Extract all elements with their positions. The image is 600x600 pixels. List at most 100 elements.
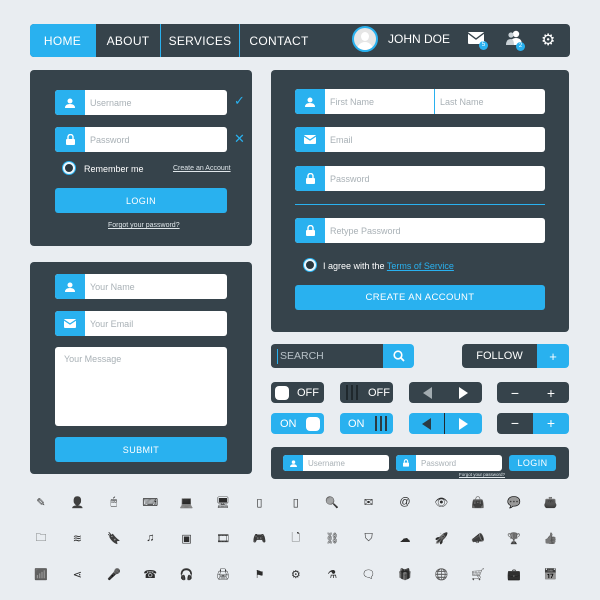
- minus-button[interactable]: −: [497, 385, 533, 401]
- switch-off[interactable]: OFF: [340, 382, 393, 403]
- follow-button-group: FOLLOW +: [462, 344, 569, 368]
- inline-password-field[interactable]: Password: [396, 455, 502, 471]
- image-icon: ▣: [181, 532, 192, 545]
- submit-button[interactable]: SUBMIT: [55, 437, 227, 462]
- user-menu[interactable]: JOHN DOE: [352, 26, 450, 52]
- text-cursor: [277, 348, 278, 364]
- inline-username-field[interactable]: Username: [283, 455, 389, 471]
- your-name-field[interactable]: Your Name: [55, 274, 227, 299]
- mail-badge: 5: [479, 41, 488, 50]
- avatar: [352, 26, 378, 52]
- wifi-icon: 📶: [34, 568, 48, 581]
- cart-icon: 🛒: [470, 568, 485, 581]
- phone-icon: ▯: [292, 496, 299, 509]
- share-icon: ⋖: [72, 568, 82, 581]
- tablet-icon: ▯: [256, 496, 263, 509]
- switch-on[interactable]: ON: [340, 413, 393, 434]
- register-password-field[interactable]: Password: [295, 166, 545, 191]
- search-input[interactable]: SEARCH: [271, 344, 383, 368]
- grip-icon: [374, 416, 387, 431]
- inline-password-placeholder: Password: [421, 458, 457, 468]
- mail-icon: [295, 127, 325, 152]
- nav-tab-home[interactable]: HOME: [30, 24, 96, 57]
- gear-icon: ⚙: [290, 568, 301, 581]
- password-placeholder: Password: [330, 173, 370, 184]
- message-textarea[interactable]: Your Message: [55, 347, 227, 426]
- toggle-on[interactable]: ON: [271, 413, 324, 434]
- nav-tab-services[interactable]: SERVICES: [161, 24, 240, 57]
- music-icon: ♫: [146, 532, 155, 544]
- nav-tab-contact[interactable]: CONTACT: [240, 24, 318, 57]
- stepper-mixed: − +: [497, 413, 569, 434]
- toggle-knob: [305, 416, 320, 431]
- search-button[interactable]: [383, 344, 414, 368]
- telephone-icon: ☎: [143, 568, 158, 581]
- terms-of-service-link[interactable]: Terms of Service: [387, 261, 454, 271]
- retype-password-placeholder: Retype Password: [330, 225, 401, 236]
- link-icon: ⛓: [325, 532, 340, 545]
- stepper-dark: − +: [497, 382, 569, 403]
- login-button[interactable]: LOGIN: [55, 188, 227, 213]
- pencil-icon: ✎: [36, 496, 46, 509]
- next-arrow-icon[interactable]: [445, 417, 482, 430]
- prev-arrow-icon[interactable]: [409, 386, 445, 399]
- nav-tab-about[interactable]: ABOUT: [96, 24, 161, 57]
- gamepad-icon: 🎮: [252, 532, 267, 545]
- plus-button[interactable]: +: [533, 385, 569, 401]
- first-name-input[interactable]: First Name: [325, 89, 435, 114]
- next-arrow-icon[interactable]: [445, 386, 482, 399]
- follow-label: FOLLOW: [476, 350, 523, 362]
- retype-password-field[interactable]: Retype Password: [295, 218, 545, 243]
- inline-forgot-link[interactable]: Forgot your password?: [459, 472, 505, 477]
- toggle-off[interactable]: OFF: [271, 382, 324, 403]
- forgot-password-link[interactable]: Forgot your password?: [108, 222, 180, 229]
- chat-icon: 💬: [507, 496, 522, 509]
- password-placeholder: Password: [90, 134, 130, 145]
- plus-button[interactable]: +: [533, 413, 569, 434]
- follow-button[interactable]: FOLLOW: [462, 344, 537, 368]
- shopping-bag-icon: 👜: [470, 496, 485, 509]
- lock-icon: [295, 166, 325, 191]
- invalid-x-icon: ✕: [234, 131, 245, 146]
- email-field[interactable]: Email: [295, 127, 545, 152]
- printer-icon: 🖨: [216, 568, 230, 581]
- keyboard-icon: ⌨: [142, 496, 159, 509]
- eye-icon: 👁: [434, 496, 449, 509]
- shield-icon: ⛉: [364, 531, 373, 544]
- prev-arrow-icon[interactable]: [409, 413, 445, 434]
- username-field[interactable]: Username: [55, 90, 227, 115]
- settings-icon[interactable]: ⚙: [541, 30, 555, 50]
- thumbs-up-icon: 👍: [543, 532, 558, 545]
- follow-plus-button[interactable]: +: [537, 344, 569, 368]
- inline-login-button[interactable]: LOGIN: [509, 455, 556, 471]
- headphones-icon: 🎧: [179, 568, 194, 581]
- lock-icon: [295, 218, 325, 243]
- password-field[interactable]: Password: [55, 127, 227, 152]
- create-account-link[interactable]: Create an Account: [173, 165, 231, 172]
- file-icon: 🗋: [291, 531, 301, 544]
- mail-icon: ✉: [363, 496, 374, 509]
- pager-blue: [409, 413, 482, 434]
- bookmark-icon: 🔖: [106, 532, 121, 545]
- valid-check-icon: ✓: [234, 93, 245, 108]
- email-placeholder: Email: [330, 134, 353, 145]
- comments-icon: 🗨: [361, 568, 376, 581]
- lock-icon: [396, 455, 416, 471]
- create-account-button[interactable]: CREATE AN ACCOUNT: [295, 285, 545, 310]
- minus-button[interactable]: −: [497, 413, 533, 434]
- pager-dark: [409, 382, 482, 403]
- search-placeholder: SEARCH: [280, 350, 324, 362]
- wallet-icon: 👛: [543, 496, 558, 509]
- trophy-icon: 🏆: [507, 532, 522, 545]
- agree-terms-label: I agree with the Terms of Service: [323, 261, 454, 271]
- film-icon: 🎞: [216, 532, 230, 545]
- last-name-input[interactable]: Last Name: [435, 89, 545, 114]
- globe-icon: 🌐: [434, 568, 449, 581]
- remember-me-radio[interactable]: [63, 162, 75, 174]
- agree-terms-radio[interactable]: [304, 259, 316, 271]
- flask-icon: ⚗: [327, 568, 338, 581]
- briefcase-icon: 💼: [507, 568, 522, 581]
- user-icon: [55, 90, 85, 115]
- your-email-field[interactable]: Your Email: [55, 311, 227, 336]
- gift-icon: 🎁: [398, 568, 412, 581]
